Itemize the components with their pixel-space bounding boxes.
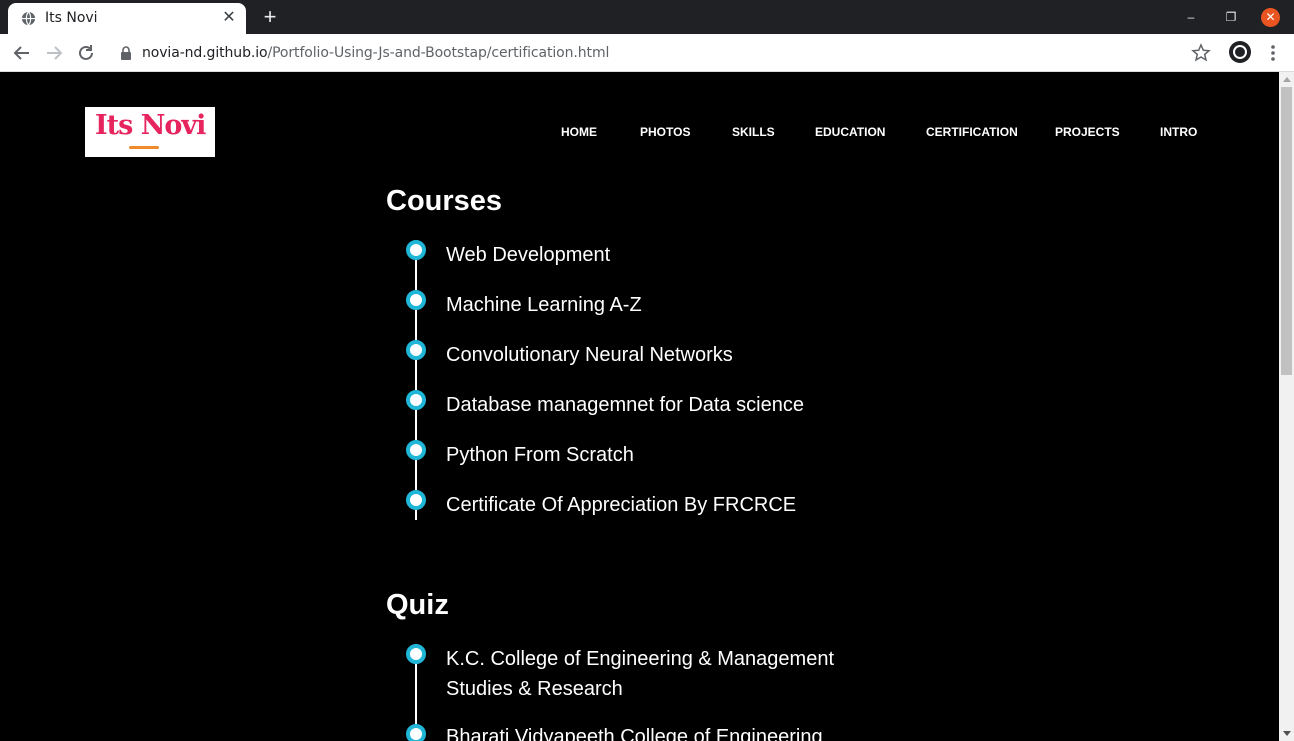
nav-link-photos[interactable]: PHOTOS [640, 125, 690, 139]
quiz-item: Bharati Vidyapeeth College of Engineerin… [446, 726, 823, 741]
browser-toolbar: novia-nd.github.io/Portfolio-Using-Js-an… [0, 34, 1294, 72]
lock-icon [121, 46, 131, 60]
minimize-window-button[interactable]: – [1182, 8, 1200, 26]
nav-link-skills[interactable]: SKILLS [732, 125, 775, 139]
close-window-button[interactable]: ✕ [1261, 8, 1280, 27]
browser-tab-bar: Its Novi ✕ + – ❐ ✕ [0, 0, 1294, 34]
timeline-dot [406, 240, 426, 260]
maximize-window-button[interactable]: ❐ [1222, 8, 1240, 26]
timeline-dot [406, 490, 426, 510]
bookmark-star-icon[interactable] [1191, 43, 1211, 63]
quiz-heading: Quiz [386, 589, 449, 621]
course-item: Python From Scratch [446, 444, 634, 466]
address-bar[interactable]: novia-nd.github.io/Portfolio-Using-Js-an… [108, 37, 1220, 69]
logo-underline [129, 146, 159, 149]
nav-link-home[interactable]: HOME [561, 125, 597, 139]
globe-icon [21, 11, 36, 26]
url-text: novia-nd.github.io/Portfolio-Using-Js-an… [142, 45, 609, 61]
scrollbar-thumb[interactable] [1281, 87, 1292, 375]
new-tab-button[interactable]: + [258, 5, 282, 29]
course-item: Machine Learning A-Z [446, 294, 642, 316]
course-item: Certificate Of Appreciation By FRCRCE [446, 494, 797, 516]
scroll-up-arrow-icon[interactable] [1283, 77, 1291, 82]
nav-link-certification[interactable]: CERTIFICATION [926, 125, 1018, 139]
scroll-down-arrow-icon[interactable] [1283, 731, 1291, 736]
logo-text: Its Novi [95, 110, 206, 141]
timeline-dot [406, 724, 426, 741]
more-menu-icon[interactable] [1264, 43, 1282, 63]
timeline-dot [406, 644, 426, 664]
close-tab-icon[interactable]: ✕ [220, 9, 238, 27]
forward-arrow-icon[interactable] [41, 40, 67, 66]
tab-title: Its Novi [45, 10, 98, 26]
nav-link-intro[interactable]: INTRO [1160, 125, 1197, 139]
quiz-item: Studies & Research [446, 678, 623, 700]
course-item: Convolutionary Neural Networks [446, 344, 733, 366]
page-content: Its Novi HOME PHOTOS SKILLS EDUCATION CE… [0, 72, 1279, 741]
timeline-dot [406, 340, 426, 360]
course-item: Database managemnet for Data science [446, 394, 804, 416]
timeline-dot [406, 440, 426, 460]
course-item: Web Development [446, 244, 611, 266]
courses-heading: Courses [386, 185, 503, 217]
profile-avatar-icon[interactable] [1229, 41, 1251, 63]
back-arrow-icon[interactable] [9, 40, 35, 66]
browser-tab[interactable]: Its Novi ✕ [8, 3, 246, 34]
url-host: novia-nd.github.io [142, 45, 268, 61]
timeline-dot [406, 290, 426, 310]
vertical-scrollbar[interactable] [1279, 72, 1294, 741]
url-path: /Portfolio-Using-Js-and-Bootstap/certifi… [267, 45, 610, 61]
nav-link-education[interactable]: EDUCATION [815, 125, 885, 139]
timeline-dot [406, 390, 426, 410]
reload-icon[interactable] [73, 40, 99, 66]
nav-link-projects[interactable]: PROJECTS [1055, 125, 1120, 139]
quiz-item: K.C. College of Engineering & Management [446, 648, 835, 670]
site-logo[interactable]: Its Novi [85, 107, 215, 157]
